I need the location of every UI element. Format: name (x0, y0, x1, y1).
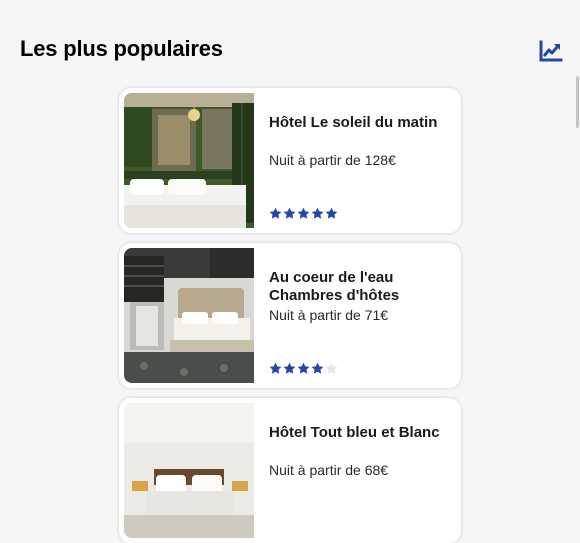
hotel-photo (124, 248, 254, 383)
star-filled-icon (283, 207, 296, 219)
scrollbar-thumb[interactable] (576, 76, 579, 128)
hotel-price: Nuit à partir de 71€ (269, 307, 389, 323)
star-empty-icon (325, 362, 338, 374)
hotel-photo (124, 93, 254, 228)
star-filled-icon (311, 362, 324, 374)
section-title: Les plus populaires (20, 36, 223, 61)
star-rating (269, 207, 338, 221)
hotel-name: Au coeur de l'eau Chambres d'hôtes (269, 269, 400, 304)
scrollbar[interactable] (574, 0, 580, 520)
hotel-photo (124, 403, 254, 538)
star-filled-icon (269, 207, 282, 219)
hotel-name: Hôtel Le soleil du matin (269, 114, 438, 131)
hotel-card[interactable]: Hôtel Tout bleu et Blanc Nuit à partir d… (119, 398, 461, 543)
hotel-price: Nuit à partir de 128€ (269, 152, 396, 168)
hotel-card[interactable]: Hôtel Le soleil du matin Nuit à partir d… (119, 88, 461, 233)
star-filled-icon (325, 207, 338, 219)
star-filled-icon (297, 362, 310, 374)
star-filled-icon (297, 207, 310, 219)
star-filled-icon (311, 207, 324, 219)
trending-up-icon[interactable] (539, 40, 563, 62)
hotel-price: Nuit à partir de 68€ (269, 462, 389, 478)
hotel-card[interactable]: Au coeur de l'eau Chambres d'hôtes Nuit … (119, 243, 461, 388)
star-filled-icon (269, 362, 282, 374)
hotel-name: Hôtel Tout bleu et Blanc (269, 424, 440, 441)
star-rating (269, 362, 338, 376)
star-filled-icon (283, 362, 296, 374)
